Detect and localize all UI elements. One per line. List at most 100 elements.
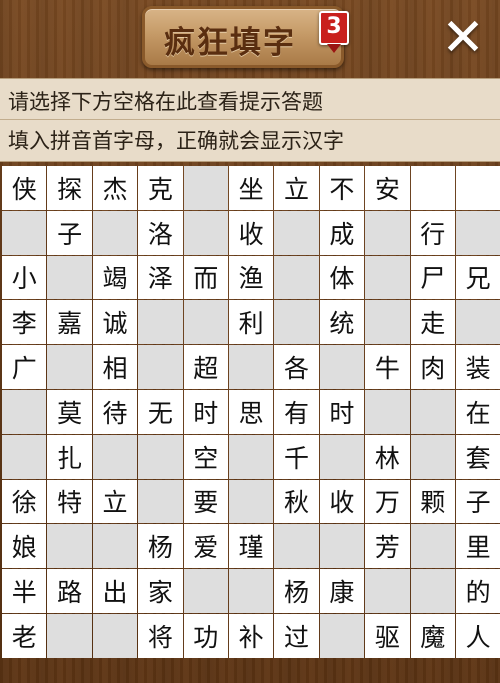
grid-cell-filled[interactable]: 爱: [183, 524, 228, 569]
grid-cell-filled[interactable]: 要: [183, 479, 228, 524]
grid-cell-filled[interactable]: 万: [365, 479, 410, 524]
grid-cell-blocked: [274, 255, 319, 300]
grid-cell-filled[interactable]: 芳: [365, 524, 410, 569]
grid-cell-filled[interactable]: 秋: [274, 479, 319, 524]
grid-cell-filled[interactable]: 小: [2, 255, 47, 300]
grid-cell-filled[interactable]: 渔: [228, 255, 274, 300]
grid-cell-filled[interactable]: 空: [183, 434, 228, 479]
grid-cell-filled[interactable]: 安: [365, 166, 410, 210]
hint-instruction-pinyin: 填入拼音首字母，正确就会显示汉字: [8, 129, 344, 153]
grid-cell-filled[interactable]: 家: [138, 569, 183, 613]
grid-cell-filled[interactable]: 时: [319, 389, 365, 434]
grid-cell-filled[interactable]: 成: [319, 210, 365, 255]
grid-cell-blocked: [365, 255, 410, 300]
grid-cell-filled[interactable]: 杰: [92, 166, 138, 210]
grid-cell-filled[interactable]: 尸: [410, 255, 455, 300]
grid-cell-blocked: [183, 210, 228, 255]
grid-cell-filled[interactable]: 牛: [365, 345, 410, 389]
grid-cell-filled[interactable]: 千: [274, 434, 319, 479]
grid-cell-filled[interactable]: 莫: [47, 389, 92, 434]
hint-instruction-select: 请选择下方空格在此查看提示答题: [8, 90, 323, 114]
grid-cell-filled[interactable]: 相: [92, 345, 138, 389]
grid-cell-filled[interactable]: 思: [228, 389, 274, 434]
grid-cell-filled[interactable]: 行: [410, 210, 455, 255]
grid-cell-filled[interactable]: 不: [319, 166, 365, 210]
grid-cell-filled[interactable]: 有: [274, 389, 319, 434]
grid-cell-filled[interactable]: 克: [138, 166, 183, 210]
grid-cell-filled[interactable]: 收: [228, 210, 274, 255]
grid-cell-filled[interactable]: 坐: [228, 166, 274, 210]
grid-cell-blocked: [183, 166, 228, 210]
grid-cell-filled[interactable]: 在: [455, 389, 500, 434]
grid-cell-filled[interactable]: 立: [92, 479, 138, 524]
grid-cell-filled[interactable]: 诚: [92, 300, 138, 345]
grid-cell-filled[interactable]: 肉: [410, 345, 455, 389]
grid-cell-filled[interactable]: 过: [274, 613, 319, 658]
grid-cell-blocked: [274, 524, 319, 569]
grid-cell-filled[interactable]: 娘: [2, 524, 47, 569]
grid-cell-filled[interactable]: 老: [2, 613, 47, 658]
grid-cell-filled[interactable]: 杨: [274, 569, 319, 613]
grid-cell-filled[interactable]: 待: [92, 389, 138, 434]
grid-cell-empty[interactable]: [455, 166, 500, 210]
hint-panel: 请选择下方空格在此查看提示答题 填入拼音首字母，正确就会显示汉字: [0, 78, 500, 162]
grid-cell-filled[interactable]: 功: [183, 613, 228, 658]
grid-cell-filled[interactable]: 康: [319, 569, 365, 613]
grid-cell-filled[interactable]: 套: [455, 434, 500, 479]
grid-cell-blocked: [319, 345, 365, 389]
grid-cell-filled[interactable]: 路: [47, 569, 92, 613]
grid-cell-filled[interactable]: 林: [365, 434, 410, 479]
grid-cell-filled[interactable]: 李: [2, 300, 47, 345]
grid-cell-blocked: [228, 479, 274, 524]
close-icon[interactable]: ✕: [438, 12, 488, 64]
grid-cell-filled[interactable]: 补: [228, 613, 274, 658]
grid-cell-filled[interactable]: 超: [183, 345, 228, 389]
grid-cell-filled[interactable]: 特: [47, 479, 92, 524]
grid-cell-filled[interactable]: 装: [455, 345, 500, 389]
grid-cell-filled[interactable]: 颗: [410, 479, 455, 524]
grid-cell-filled[interactable]: 兄: [455, 255, 500, 300]
grid-cell-filled[interactable]: 魔: [410, 613, 455, 658]
grid-cell-filled[interactable]: 洛: [138, 210, 183, 255]
grid-cell-blocked: [47, 255, 92, 300]
grid-cell-blocked: [92, 613, 138, 658]
grid-cell-filled[interactable]: 扎: [47, 434, 92, 479]
grid-cell-filled[interactable]: 各: [274, 345, 319, 389]
grid-cell-filled[interactable]: 体: [319, 255, 365, 300]
grid-cell-filled[interactable]: 半: [2, 569, 47, 613]
grid-cell-filled[interactable]: 而: [183, 255, 228, 300]
grid-cell-filled[interactable]: 嘉: [47, 300, 92, 345]
grid-cell-filled[interactable]: 广: [2, 345, 47, 389]
grid-cell-filled[interactable]: 利: [228, 300, 274, 345]
grid-cell-filled[interactable]: 统: [319, 300, 365, 345]
grid-cell-filled[interactable]: 的: [455, 569, 500, 613]
grid-cell-filled[interactable]: 驱: [365, 613, 410, 658]
grid-cell-filled[interactable]: 立: [274, 166, 319, 210]
grid-cell-filled[interactable]: 子: [455, 479, 500, 524]
grid-cell-filled[interactable]: 侠: [2, 166, 47, 210]
header: 疯狂填字 3 ✕: [0, 0, 500, 76]
grid-cell-filled[interactable]: 杨: [138, 524, 183, 569]
grid-cell-blocked: [319, 613, 365, 658]
grid-cell-filled[interactable]: 人: [455, 613, 500, 658]
grid-cell-blocked: [2, 389, 47, 434]
grid-cell-filled[interactable]: 子: [47, 210, 92, 255]
grid-cell-filled[interactable]: 将: [138, 613, 183, 658]
grid-cell-blocked: [365, 569, 410, 613]
grid-cell-empty[interactable]: [410, 166, 455, 210]
grid-cell-blocked: [274, 210, 319, 255]
title-plate: 疯狂填字 3: [142, 6, 349, 68]
grid-cell-filled[interactable]: 走: [410, 300, 455, 345]
grid-cell-filled[interactable]: 出: [92, 569, 138, 613]
grid-cell-filled[interactable]: 里: [455, 524, 500, 569]
grid-cell-filled[interactable]: 瑾: [228, 524, 274, 569]
grid-cell-filled[interactable]: 收: [319, 479, 365, 524]
grid-cell-filled[interactable]: 时: [183, 389, 228, 434]
grid-cell-filled[interactable]: 泽: [138, 255, 183, 300]
grid-cell-filled[interactable]: 徐: [2, 479, 47, 524]
grid-cell-filled[interactable]: 无: [138, 389, 183, 434]
grid-cell-filled[interactable]: 竭: [92, 255, 138, 300]
grid-cell-blocked: [138, 479, 183, 524]
grid-cell-blocked: [183, 569, 228, 613]
grid-cell-filled[interactable]: 探: [47, 166, 92, 210]
